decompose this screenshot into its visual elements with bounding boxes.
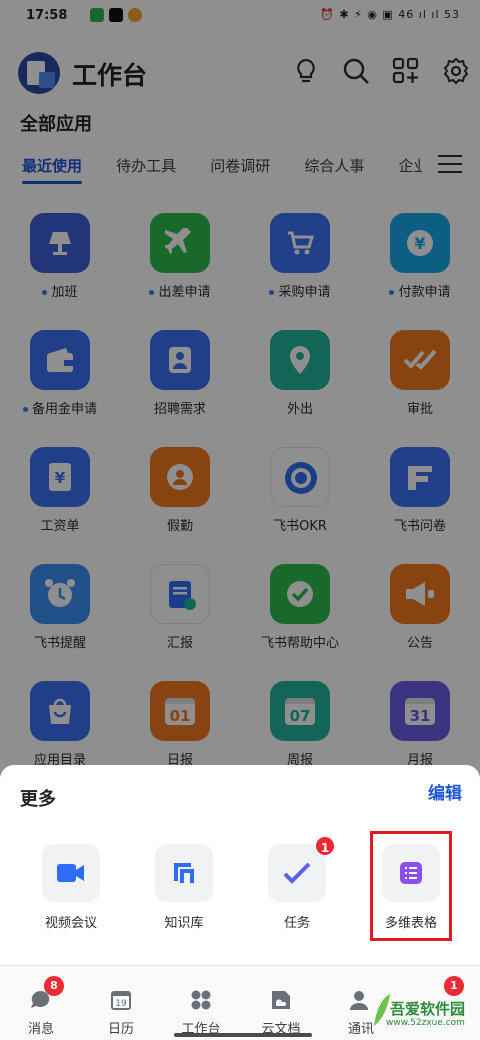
sheet-title: 更多: [20, 789, 56, 810]
more-item-label: 知识库: [164, 916, 204, 931]
edit-button[interactable]: 编辑: [428, 779, 462, 804]
nav-workbench[interactable]: 工作台: [162, 984, 238, 1039]
highlight-box: [370, 831, 452, 941]
watermark-brand: 吾爱软件园: [390, 1000, 466, 1018]
watermark-url: www.52zxue.com: [386, 1018, 465, 1028]
contacts-icon: [350, 991, 368, 1010]
grid-dots-icon: [191, 990, 211, 1010]
calendar-day-number: 19: [115, 999, 127, 1009]
cloud-doc-icon: [272, 991, 290, 1009]
more-item-video-meeting[interactable]: 视频会议: [21, 844, 121, 934]
nav-label: 日历: [107, 1022, 134, 1037]
nav-messages[interactable]: 8 消息: [2, 976, 78, 1039]
nav-label: 消息: [27, 1022, 54, 1037]
more-item-task[interactable]: 1 任务: [247, 835, 347, 934]
nav-cloud-docs[interactable]: 云文档: [242, 984, 318, 1039]
more-item-label: 视频会议: [44, 916, 97, 931]
messages-badge: 8: [44, 976, 64, 996]
task-badge: 1: [314, 835, 336, 857]
home-indicator: [174, 1033, 312, 1037]
site-watermark: 吾爱软件园 www.52zxue.com: [372, 980, 480, 1040]
calendar-nav-icon: 19: [111, 991, 131, 1010]
knowledge-base-icon: [155, 844, 213, 902]
more-item-knowledge-base[interactable]: 知识库: [134, 844, 234, 934]
video-camera-icon: [42, 844, 100, 902]
more-item-label: 任务: [283, 916, 310, 931]
workbench-page: 17:58 ⏰ ✱ ⚡ ◉ ▣ 46 ıl ıl 53 工作台 全部应用 最近使…: [0, 0, 480, 1040]
nav-calendar[interactable]: 19 日历: [82, 984, 158, 1039]
